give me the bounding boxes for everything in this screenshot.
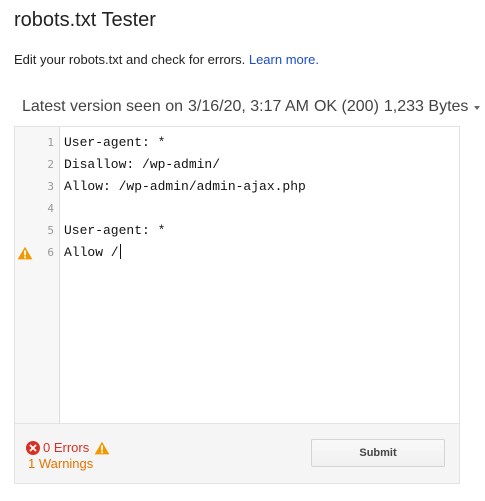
code-line-row[interactable]: Allow / — [64, 242, 459, 264]
page-title: robots.txt Tester — [14, 9, 156, 31]
warning-triangle-icon[interactable] — [17, 246, 33, 260]
line-number: 1 — [47, 136, 54, 149]
line-number: 3 — [47, 180, 54, 193]
code-text: Disallow: /wp-admin/ — [64, 157, 221, 172]
code-text: Allow: /wp-admin/admin-ajax.php — [64, 179, 306, 194]
line-number: 6 — [47, 246, 54, 259]
version-prefix: Latest version seen on — [22, 98, 183, 115]
submit-button[interactable]: Submit — [311, 439, 445, 467]
warnings-count: 1 Warnings — [28, 456, 94, 471]
line-number: 2 — [47, 158, 54, 171]
code-text: User-agent: * — [64, 135, 166, 150]
version-dropdown[interactable]: Latest version seen on 3/16/20, 3:17 AM … — [22, 97, 481, 117]
error-status: 0 Errors — [26, 440, 110, 455]
text-cursor — [119, 244, 121, 259]
robots-editor[interactable]: 1 2 3 4 5 6 User-agent: * Disallow: /wp-admin/… — [14, 126, 460, 424]
code-line-row[interactable]: User-agent: * — [64, 220, 459, 242]
editor-gutter: 1 2 3 4 5 6 — [15, 127, 60, 423]
code-line[interactable]: Allow: /wp-admin/admin-ajax.php — [64, 176, 306, 198]
gutter-line: 4 — [15, 198, 59, 220]
errors-count: 0 Errors — [43, 440, 90, 455]
gutter-line: 1 — [15, 132, 59, 154]
warning-triangle-icon — [94, 441, 110, 454]
gutter-line: 5 — [15, 220, 59, 242]
gutter-line: 6 — [15, 242, 59, 264]
learn-more-link[interactable]: Learn more. — [249, 52, 319, 67]
code-line[interactable]: User-agent: * — [64, 220, 165, 242]
code-text: User-agent: * — [64, 223, 166, 238]
version-status: OK (200) — [313, 98, 379, 115]
code-line-row[interactable] — [64, 198, 459, 220]
code-line[interactable]: Disallow: /wp-admin/ — [64, 154, 220, 176]
editor-footer: 0 Errors 1 Warnings Submit — [14, 424, 460, 484]
code-text: Allow / — [64, 245, 119, 260]
code-line-row[interactable]: Disallow: /wp-admin/ — [64, 154, 459, 176]
line-number: 5 — [47, 224, 54, 237]
page-description: Edit your robots.txt and check for error… — [14, 52, 319, 68]
code-line-row[interactable]: Allow: /wp-admin/admin-ajax.php — [64, 176, 459, 198]
code-line-row[interactable]: User-agent: * — [64, 132, 459, 154]
caret-down-icon — [474, 105, 481, 110]
gutter-line: 3 — [15, 176, 59, 198]
code-line[interactable]: User-agent: * — [64, 132, 165, 154]
description-text: Edit your robots.txt and check for error… — [14, 52, 246, 67]
version-size: 1,233 Bytes — [383, 98, 469, 115]
line-number: 4 — [47, 202, 54, 215]
gutter-line: 2 — [15, 154, 59, 176]
version-date: 3/16/20, 3:17 AM — [188, 98, 309, 115]
editor-code-area[interactable]: User-agent: * Disallow: /wp-admin/Allow: … — [64, 127, 459, 423]
error-circle-icon — [26, 440, 40, 455]
code-line[interactable]: Allow / — [64, 242, 121, 264]
